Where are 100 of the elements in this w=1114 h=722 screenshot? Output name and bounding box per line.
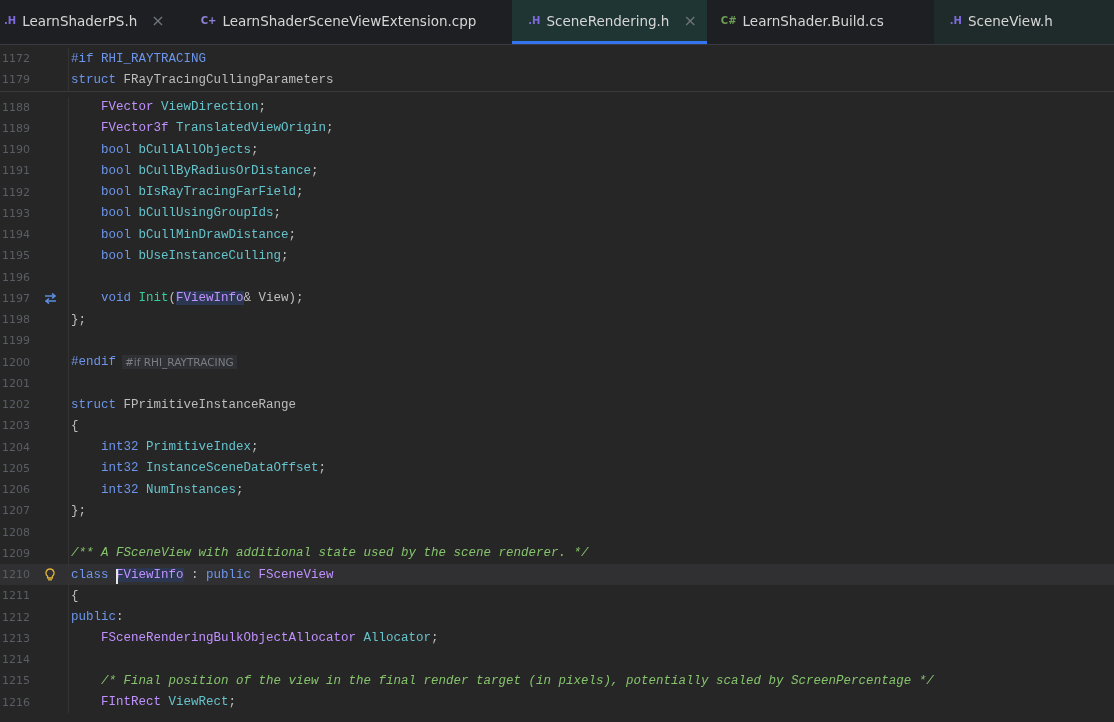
keyword-text: public (71, 610, 116, 625)
keyword-text: class (71, 567, 110, 582)
field-name: bUseInstanceCulling (138, 248, 282, 263)
line-number: 1179 (1, 73, 31, 87)
line-number: 1205 (1, 461, 31, 475)
code-text: FPrimitiveInstanceRange (123, 397, 297, 412)
line-number: 1199 (1, 334, 31, 348)
keyword-text: bool (101, 206, 132, 221)
line-number: 1194 (1, 228, 31, 242)
keyword-text: bool (101, 248, 132, 263)
code-text: }; (71, 503, 86, 518)
code-text: : (116, 610, 124, 625)
line-number: 1195 (1, 249, 31, 263)
line-number: 1200 (1, 355, 31, 369)
code-text: ; (281, 248, 289, 263)
field-name: bCullAllObjects (138, 142, 252, 157)
line-number: 1198 (1, 313, 31, 327)
file-type-icon: .H (949, 15, 962, 26)
code-text: ( (168, 291, 177, 306)
keyword-text: struct (71, 72, 117, 87)
file-type-icon: C# (720, 15, 737, 26)
code-text: ; (296, 185, 304, 200)
line-number: 1216 (1, 695, 31, 709)
field-name: InstanceSceneDataOffset (146, 461, 319, 476)
file-type-icon: C+ (200, 15, 217, 26)
field-name: ViewRect (168, 695, 229, 710)
file-type-icon: .H (4, 15, 17, 26)
field-name: Allocator (363, 631, 432, 646)
tab-label: SceneRendering.h (546, 12, 670, 29)
keyword-text: int32 (101, 461, 140, 476)
line-number: 1192 (1, 185, 31, 199)
lightbulb-icon[interactable] (45, 568, 55, 582)
editor-tab[interactable]: C# LearnShader.Build.cs (706, 0, 934, 44)
line-number: 1190 (1, 143, 31, 157)
keyword-text: void (101, 291, 132, 306)
editor-tab[interactable]: .H SceneView.h (933, 0, 1114, 44)
field-name: NumInstances (146, 482, 237, 497)
keyword-text: #if (71, 51, 95, 66)
keyword-text: public (206, 567, 253, 582)
line-number: 1188 (1, 100, 31, 114)
code-text: ; (318, 461, 327, 476)
code-text: & View); (243, 291, 304, 306)
function-name: Init (138, 291, 169, 306)
line-number: 1207 (1, 504, 31, 518)
type-name: FVector (101, 100, 155, 115)
line-number: 1214 (1, 653, 31, 667)
field-name: bCullByRadiusOrDistance (138, 163, 312, 178)
code-text: { (71, 418, 79, 433)
field-name: bCullUsingGroupIds (138, 206, 274, 221)
tab-label: LearnShaderPS.h (22, 12, 138, 29)
code-comment: /** A FSceneView with additional state used by the scene renderer. */ (71, 546, 589, 561)
line-number: 1208 (1, 525, 31, 539)
type-name: FVector3f (101, 121, 170, 136)
line-number: 1215 (1, 674, 31, 688)
keyword-text: int32 (101, 440, 140, 455)
code-text: }; (71, 312, 86, 327)
keyword-text: bool (101, 227, 132, 242)
code-text: ; (258, 100, 267, 115)
type-name: FIntRect (101, 695, 162, 710)
line-number: 1197 (1, 291, 31, 305)
code-text: : (190, 567, 200, 582)
line-number: 1201 (1, 376, 31, 390)
field-name: bCullMinDrawDistance (138, 227, 289, 242)
tab-label: SceneView.h (968, 12, 1053, 29)
file-type-icon: .H (528, 15, 541, 26)
line-number: 1193 (1, 206, 31, 220)
line-number: 1191 (1, 164, 31, 178)
field-name: TranslatedViewOrigin (176, 121, 327, 136)
tab-label: LearnShaderSceneViewExtension.cpp (222, 12, 477, 29)
keyword-text: RHI_RAYTRACING (101, 51, 207, 66)
keyword-text: struct (71, 397, 117, 412)
type-name: FSceneView (258, 567, 334, 582)
code-text: ; (273, 206, 282, 221)
code-text: ; (288, 227, 297, 242)
code-text: ; (431, 631, 439, 646)
type-name: FSceneRenderingBulkObjectAllocator (101, 631, 358, 646)
type-name: FViewInfo (176, 291, 244, 306)
editor-tab[interactable]: .H LearnShaderPS.h × (0, 0, 175, 44)
code-text: ; (228, 695, 237, 710)
code-comment: /* Final position of the view in the final render target (in pixels), potentially scaled by ScreenPercentage */ (101, 673, 934, 688)
line-number: 1213 (1, 631, 31, 645)
line-number: 1172 (1, 52, 31, 66)
inlay-hint: #if RHI_RAYTRACING (122, 355, 237, 370)
line-number: 1189 (1, 121, 31, 135)
code-text: { (71, 588, 79, 603)
keyword-text: bool (101, 142, 132, 157)
editor-tab[interactable]: .H SceneRendering.h × (512, 0, 707, 44)
line-number: 1203 (1, 419, 31, 433)
code-text: ; (251, 142, 259, 157)
field-name: PrimitiveIndex (146, 440, 252, 455)
code-text: ; (251, 440, 259, 455)
keyword-text: bool (101, 185, 132, 200)
line-number: 1209 (1, 546, 31, 560)
code-text: FRayTracingCullingParameters (123, 72, 334, 87)
line-number: 1204 (1, 440, 31, 454)
code-text: ; (311, 163, 319, 178)
editor-tab[interactable]: C+ LearnShaderSceneViewExtension.cpp (196, 0, 513, 44)
line-number: 1202 (1, 398, 31, 412)
implementation-arrows-icon[interactable] (43, 292, 57, 304)
keyword-text: bool (101, 163, 132, 178)
